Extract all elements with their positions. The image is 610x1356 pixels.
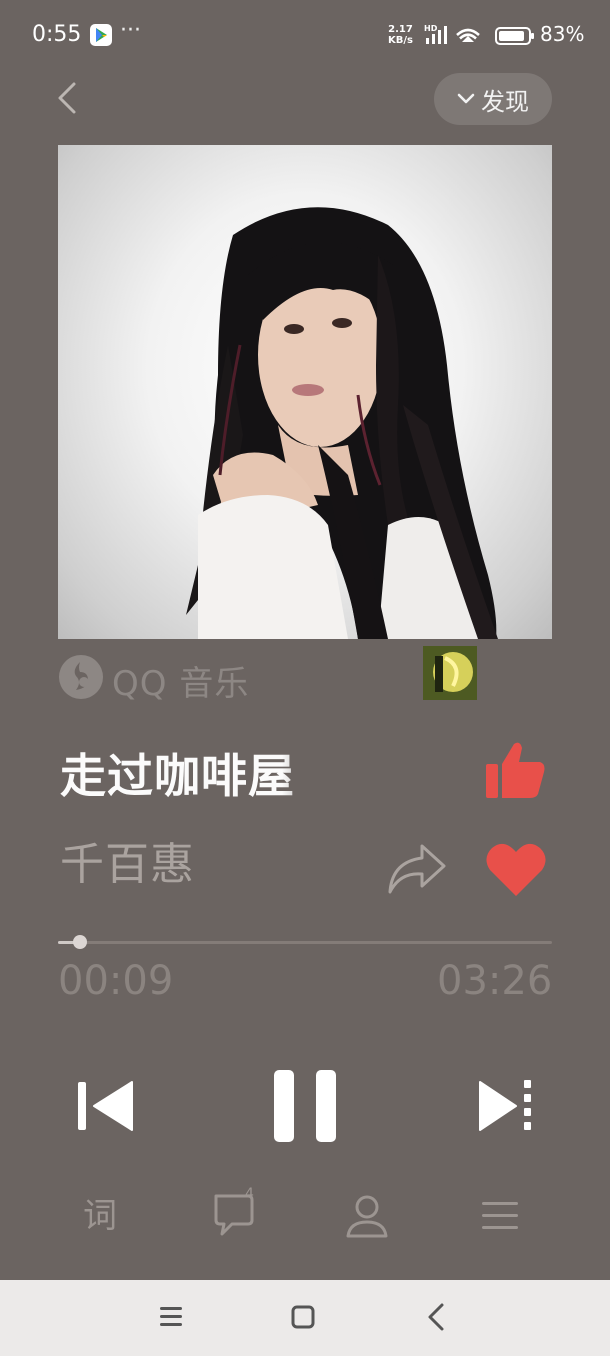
home-button[interactable] (290, 1304, 316, 1330)
status-icons: HD (422, 22, 538, 52)
total-time: 03:26 (437, 958, 553, 1004)
heart-icon (486, 843, 546, 896)
progress-handle[interactable] (73, 935, 87, 949)
back-button[interactable] (48, 78, 88, 118)
chevron-down-icon (457, 93, 475, 104)
chevron-left-icon (58, 82, 76, 114)
artist-name[interactable]: 千百惠 (60, 828, 195, 892)
svg-text:HD: HD (424, 24, 438, 33)
discover-label: 发现 (481, 87, 529, 116)
song-title-fade (282, 738, 330, 802)
recent-apps-icon (160, 1307, 182, 1326)
qq-music-icon (59, 655, 103, 699)
menu-lines-icon (482, 1202, 518, 1229)
comment-count: 4 (245, 1186, 254, 1202)
battery-percentage: 83% (540, 22, 585, 46)
ad-thumbnail[interactable] (423, 646, 477, 700)
qq-music-logo (58, 654, 104, 700)
thumbs-up-icon (486, 742, 545, 798)
back-arrow-icon (428, 1303, 444, 1331)
system-back-button[interactable] (424, 1302, 448, 1332)
album-cover-portrait (186, 207, 498, 639)
recent-apps-button[interactable] (156, 1304, 186, 1330)
share-arrow-icon (388, 844, 446, 894)
discover-button[interactable]: 发现 (434, 73, 552, 125)
pause-icon (274, 1070, 336, 1142)
share-button[interactable] (384, 838, 448, 898)
qq-music-brand: QQ 音乐 (112, 664, 250, 704)
play-store-icon (90, 24, 112, 46)
lyrics-button[interactable]: 词 (78, 1192, 122, 1240)
current-time: 00:09 (58, 958, 174, 1004)
signal-wifi-battery-icon: HD (424, 24, 534, 45)
user-icon (346, 1195, 388, 1238)
like-button[interactable] (484, 738, 548, 802)
pause-button[interactable] (270, 1068, 340, 1144)
next-button[interactable] (476, 1076, 536, 1136)
album-cover (58, 145, 552, 639)
favorite-button[interactable] (484, 840, 548, 898)
more-notifications-icon: ··· (120, 18, 141, 43)
progress-track[interactable] (58, 941, 552, 944)
artist-profile-button[interactable] (344, 1194, 390, 1238)
network-speed: 2.17 KB/s (388, 24, 413, 46)
skip-previous-icon (78, 1081, 133, 1131)
thumbnail-image (423, 646, 477, 700)
playlist-menu-button[interactable] (478, 1196, 522, 1236)
home-square-icon (291, 1305, 315, 1329)
previous-button[interactable] (76, 1076, 136, 1136)
skip-next-icon (479, 1080, 531, 1131)
status-time: 0:55 (32, 22, 82, 47)
